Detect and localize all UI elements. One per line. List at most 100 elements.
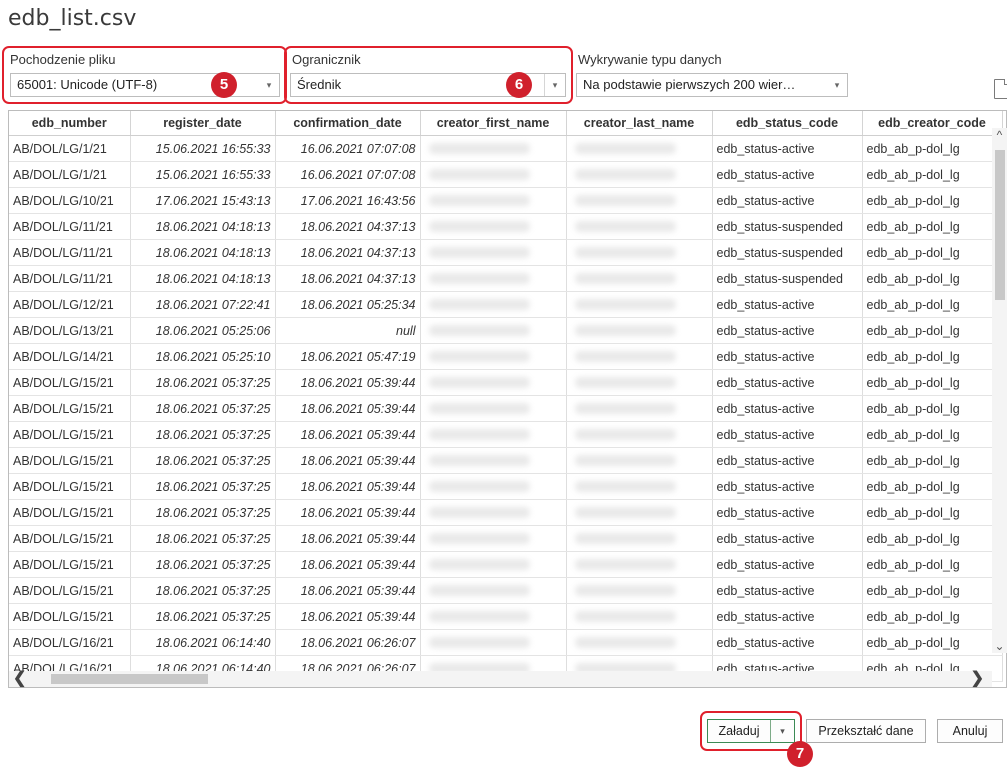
table-cell [566,239,713,266]
table-cell: AB/DOL/LG/15/21 [9,577,131,604]
table-cell [420,161,567,188]
redacted-value [428,403,530,414]
table-cell: edb_status-active [712,447,863,474]
table-cell: edb_status-active [712,473,863,500]
table-cell [420,421,567,448]
table-cell: edb_ab_p-dol_lg [862,603,1003,630]
table-cell: edb_ab_p-dol_lg [862,161,1003,188]
table-cell: AB/DOL/LG/15/21 [9,603,131,630]
table-cell [566,265,713,292]
table-cell [566,369,713,396]
redacted-value [574,559,676,570]
table-cell: AB/DOL/LG/11/21 [9,213,131,240]
table-cell [566,603,713,630]
table-cell: 18.06.2021 05:37:25 [130,525,276,552]
table-cell: 18.06.2021 05:37:25 [130,369,276,396]
redacted-value [574,377,676,388]
table-cell: 18.06.2021 05:47:19 [275,343,421,370]
column-header[interactable]: edb_creator_code [862,111,1003,136]
chevron-left-icon[interactable]: ❮ [13,668,26,688]
table-cell: edb_ab_p-dol_lg [862,291,1003,318]
table-row: AB/DOL/LG/15/21 18.06.2021 05:37:25 18.06.… [9,551,1003,578]
column-header[interactable]: edb_number [9,111,131,136]
redacted-value [428,247,530,258]
table-cell: AB/DOL/LG/12/21 [9,291,131,318]
table-cell: 18.06.2021 05:37:25 [130,473,276,500]
redacted-value [428,637,530,648]
chevron-up-icon[interactable]: ^ [992,128,1007,142]
redacted-value [574,221,676,232]
column-header[interactable]: edb_status_code [712,111,863,136]
table-cell: 18.06.2021 05:25:10 [130,343,276,370]
table-row: AB/DOL/LG/13/21 18.06.2021 05:25:06 null ed… [9,317,1003,344]
redacted-value [574,169,676,180]
transform-data-button[interactable]: Przekształć dane [806,719,926,743]
table-cell: 18.06.2021 05:37:25 [130,577,276,604]
redacted-value [574,507,676,518]
chevron-down-icon[interactable]: ▾ [827,74,847,96]
table-cell: 16.06.2021 07:07:08 [275,161,421,188]
table-row: AB/DOL/LG/11/21 18.06.2021 04:18:13 18.06.… [9,265,1003,292]
redacted-value [574,273,676,284]
document-icon[interactable] [994,79,1007,99]
chevron-down-icon[interactable]: ⌄ [992,639,1007,653]
table-cell: 18.06.2021 05:39:44 [275,473,421,500]
horizontal-scrollbar[interactable]: ❮ ❯ [9,668,992,688]
table-cell: edb_ab_p-dol_lg [862,395,1003,422]
highlight-box-5 [2,46,287,104]
type-detection-select[interactable]: Na podstawie pierwszych 200 wier… ▾ [576,73,848,97]
cancel-button[interactable]: Anuluj [937,719,1003,743]
table-cell: edb_status-suspended [712,265,863,292]
annotation-badge-5: 5 [211,72,237,98]
column-header[interactable]: confirmation_date [275,111,421,136]
table-cell: 18.06.2021 04:18:13 [130,239,276,266]
table-cell: 18.06.2021 04:18:13 [130,213,276,240]
column-header[interactable]: register_date [130,111,276,136]
table-row: AB/DOL/LG/1/21 15.06.2021 16:55:33 16.06.2… [9,135,1003,162]
table-cell: edb_ab_p-dol_lg [862,551,1003,578]
table-cell: AB/DOL/LG/15/21 [9,421,131,448]
table-cell [566,135,713,162]
redacted-value [428,611,530,622]
table-cell: edb_status-active [712,499,863,526]
table-cell: 18.06.2021 05:39:44 [275,421,421,448]
redacted-value [428,169,530,180]
redacted-value [574,325,676,336]
preview-table: edb_number register_date confirmation_date… [9,111,1003,682]
redacted-value [428,455,530,466]
table-cell: edb_ab_p-dol_lg [862,135,1003,162]
table-cell [420,603,567,630]
table-cell: edb_ab_p-dol_lg [862,499,1003,526]
annotation-badge-7: 7 [787,741,813,767]
table-cell [420,577,567,604]
table-cell [420,317,567,344]
table-cell: edb_ab_p-dol_lg [862,577,1003,604]
table-row: AB/DOL/LG/15/21 18.06.2021 05:37:25 18.06.… [9,577,1003,604]
table-cell: AB/DOL/LG/15/21 [9,369,131,396]
highlight-box-6 [284,46,573,104]
column-header[interactable]: creator_first_name [420,111,567,136]
chevron-right-icon[interactable]: ❯ [971,668,984,688]
table-cell [566,447,713,474]
table-cell: edb_status-active [712,551,863,578]
highlight-box-7 [700,711,802,751]
table-cell: 18.06.2021 07:22:41 [130,291,276,318]
vertical-scroll-thumb[interactable] [995,150,1005,300]
table-cell: 18.06.2021 04:18:13 [130,265,276,292]
table-cell: AB/DOL/LG/11/21 [9,265,131,292]
table-cell: 18.06.2021 05:25:34 [275,291,421,318]
table-cell: AB/DOL/LG/15/21 [9,525,131,552]
table-cell [566,161,713,188]
table-cell [566,499,713,526]
table-cell: 16.06.2021 07:07:08 [275,135,421,162]
table-cell [566,317,713,344]
table-cell: 18.06.2021 05:37:25 [130,395,276,422]
table-cell [420,187,567,214]
table-cell: AB/DOL/LG/16/21 [9,629,131,656]
vertical-scrollbar[interactable]: ^ ⌄ [992,128,1007,653]
redacted-value [428,507,530,518]
table-cell [420,473,567,500]
column-header[interactable]: creator_last_name [566,111,713,136]
redacted-value [574,637,676,648]
horizontal-scroll-thumb[interactable] [51,674,208,684]
